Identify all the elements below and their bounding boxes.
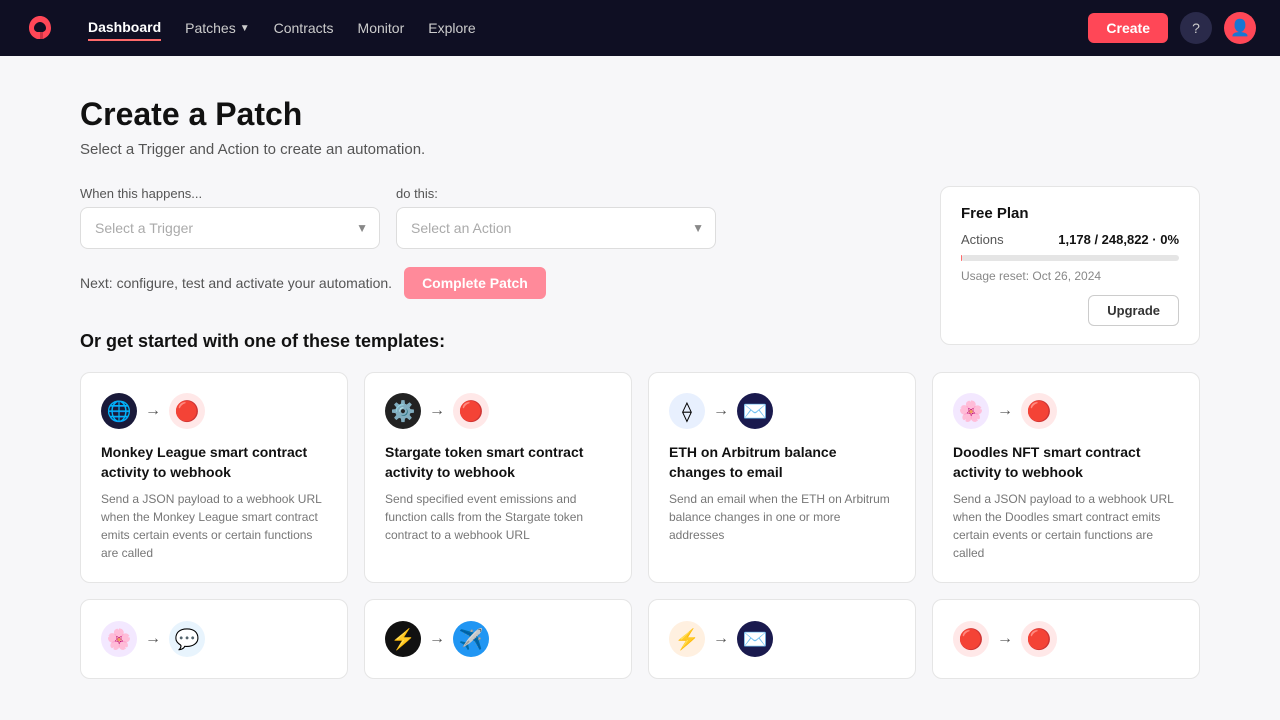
create-button[interactable]: Create xyxy=(1088,13,1168,43)
template-icons: 🌸 → 💬 xyxy=(101,621,205,657)
trigger-icon: ⚡ xyxy=(669,621,705,657)
trigger-icon: 🌐 xyxy=(101,393,137,429)
template-icons: ⚡ → ✈️ xyxy=(385,621,489,657)
arrow-icon: → xyxy=(145,630,161,648)
template-title: Stargate token smart contract activity t… xyxy=(385,443,611,482)
template-bottom-1[interactable]: 🌸 → 💬 xyxy=(80,599,348,679)
trigger-icon: 🔴 xyxy=(953,621,989,657)
arrow-icon: → xyxy=(429,630,445,648)
action-icon: 💬 xyxy=(169,621,205,657)
chevron-down-icon: ▼ xyxy=(240,23,250,34)
actions-value: 1,178 / 248,822 · 0% xyxy=(1058,232,1179,247)
trigger-icon: ⟠ xyxy=(669,393,705,429)
action-icon: 🔴 xyxy=(169,393,205,429)
nav-monitor[interactable]: Monitor xyxy=(358,16,405,40)
usage-reset-text: Usage reset: Oct 26, 2024 xyxy=(961,269,1179,283)
do-label: do this: xyxy=(396,186,716,201)
free-plan-actions-row: Actions 1,178 / 248,822 · 0% xyxy=(961,232,1179,247)
trigger-col: When this happens... Select a Trigger ▼ xyxy=(80,186,380,249)
arrow-icon: → xyxy=(713,402,729,420)
template-desc: Send a JSON payload to a webhook URL whe… xyxy=(101,490,327,562)
templates-section: Or get started with one of these templat… xyxy=(80,331,1200,679)
free-plan-card: Free Plan Actions 1,178 / 248,822 · 0% U… xyxy=(940,186,1200,345)
complete-patch-button[interactable]: Complete Patch xyxy=(404,267,546,299)
arrow-icon: → xyxy=(713,630,729,648)
free-plan-title: Free Plan xyxy=(961,205,1179,222)
navbar: Dashboard Patches ▼ Contracts Monitor Ex… xyxy=(0,0,1280,56)
template-desc: Send specified event emissions and funct… xyxy=(385,490,611,544)
template-icons: 🌐 → 🔴 xyxy=(101,393,327,429)
template-icons: ⚙️ → 🔴 xyxy=(385,393,611,429)
action-select[interactable]: Select an Action xyxy=(396,207,716,249)
template-title: ETH on Arbitrum balance changes to email xyxy=(669,443,895,482)
action-icon: ✉️ xyxy=(737,621,773,657)
arrow-icon: → xyxy=(997,402,1013,420)
nav-dashboard[interactable]: Dashboard xyxy=(88,15,161,41)
template-icons: 🌸 → 🔴 xyxy=(953,393,1179,429)
action-icon: 🔴 xyxy=(1021,393,1057,429)
templates-grid-bottom: 🌸 → 💬 ⚡ → ✈️ ⚡ → ✉️ xyxy=(80,599,1200,679)
nav-contracts[interactable]: Contracts xyxy=(274,16,334,40)
arrow-icon: → xyxy=(997,630,1013,648)
template-doodles[interactable]: 🌸 → 🔴 Doodles NFT smart contract activit… xyxy=(932,372,1200,583)
nav-patches[interactable]: Patches ▼ xyxy=(185,16,250,40)
user-avatar[interactable]: 👤 xyxy=(1224,12,1256,44)
trigger-icon: 🌸 xyxy=(953,393,989,429)
trigger-select[interactable]: Select a Trigger xyxy=(80,207,380,249)
trigger-icon: 🌸 xyxy=(101,621,137,657)
trigger-icon: ⚡ xyxy=(385,621,421,657)
template-bottom-4[interactable]: 🔴 → 🔴 xyxy=(932,599,1200,679)
nav-logo[interactable] xyxy=(24,12,56,44)
template-bottom-2[interactable]: ⚡ → ✈️ xyxy=(364,599,632,679)
template-icons: 🔴 → 🔴 xyxy=(953,621,1057,657)
nav-right: Create ? 👤 xyxy=(1088,12,1256,44)
action-icon: 🔴 xyxy=(453,393,489,429)
template-title: Monkey League smart contract activity to… xyxy=(101,443,327,482)
template-title: Doodles NFT smart contract activity to w… xyxy=(953,443,1179,482)
arrow-icon: → xyxy=(429,402,445,420)
actions-label: Actions xyxy=(961,232,1004,247)
next-text: Next: configure, test and activate your … xyxy=(80,275,392,291)
upgrade-button[interactable]: Upgrade xyxy=(1088,295,1179,326)
template-icons: ⟠ → ✉️ xyxy=(669,393,895,429)
trigger-icon: ⚙️ xyxy=(385,393,421,429)
template-eth-arbitrum[interactable]: ⟠ → ✉️ ETH on Arbitrum balance changes t… xyxy=(648,372,916,583)
template-stargate[interactable]: ⚙️ → 🔴 Stargate token smart contract act… xyxy=(364,372,632,583)
action-icon: ✈️ xyxy=(453,621,489,657)
help-button[interactable]: ? xyxy=(1180,12,1212,44)
template-monkey-league[interactable]: 🌐 → 🔴 Monkey League smart contract activ… xyxy=(80,372,348,583)
page-title: Create a Patch xyxy=(80,96,1200,133)
action-icon: 🔴 xyxy=(1021,621,1057,657)
template-desc: Send an email when the ETH on Arbitrum b… xyxy=(669,490,895,544)
templates-grid: 🌐 → 🔴 Monkey League smart contract activ… xyxy=(80,372,1200,583)
arrow-icon: → xyxy=(145,402,161,420)
nav-explore[interactable]: Explore xyxy=(428,16,475,40)
trigger-select-wrapper: Select a Trigger ▼ xyxy=(80,207,380,249)
template-desc: Send a JSON payload to a webhook URL whe… xyxy=(953,490,1179,562)
main-content: Free Plan Actions 1,178 / 248,822 · 0% U… xyxy=(0,56,1280,720)
when-label: When this happens... xyxy=(80,186,380,201)
template-bottom-3[interactable]: ⚡ → ✉️ xyxy=(648,599,916,679)
action-icon: ✉️ xyxy=(737,393,773,429)
usage-progress-fill xyxy=(961,255,962,261)
usage-progress-track xyxy=(961,255,1179,261)
action-select-wrapper: Select an Action ▼ xyxy=(396,207,716,249)
page-subtitle: Select a Trigger and Action to create an… xyxy=(80,141,1200,158)
action-col: do this: Select an Action ▼ xyxy=(396,186,716,249)
template-icons: ⚡ → ✉️ xyxy=(669,621,773,657)
